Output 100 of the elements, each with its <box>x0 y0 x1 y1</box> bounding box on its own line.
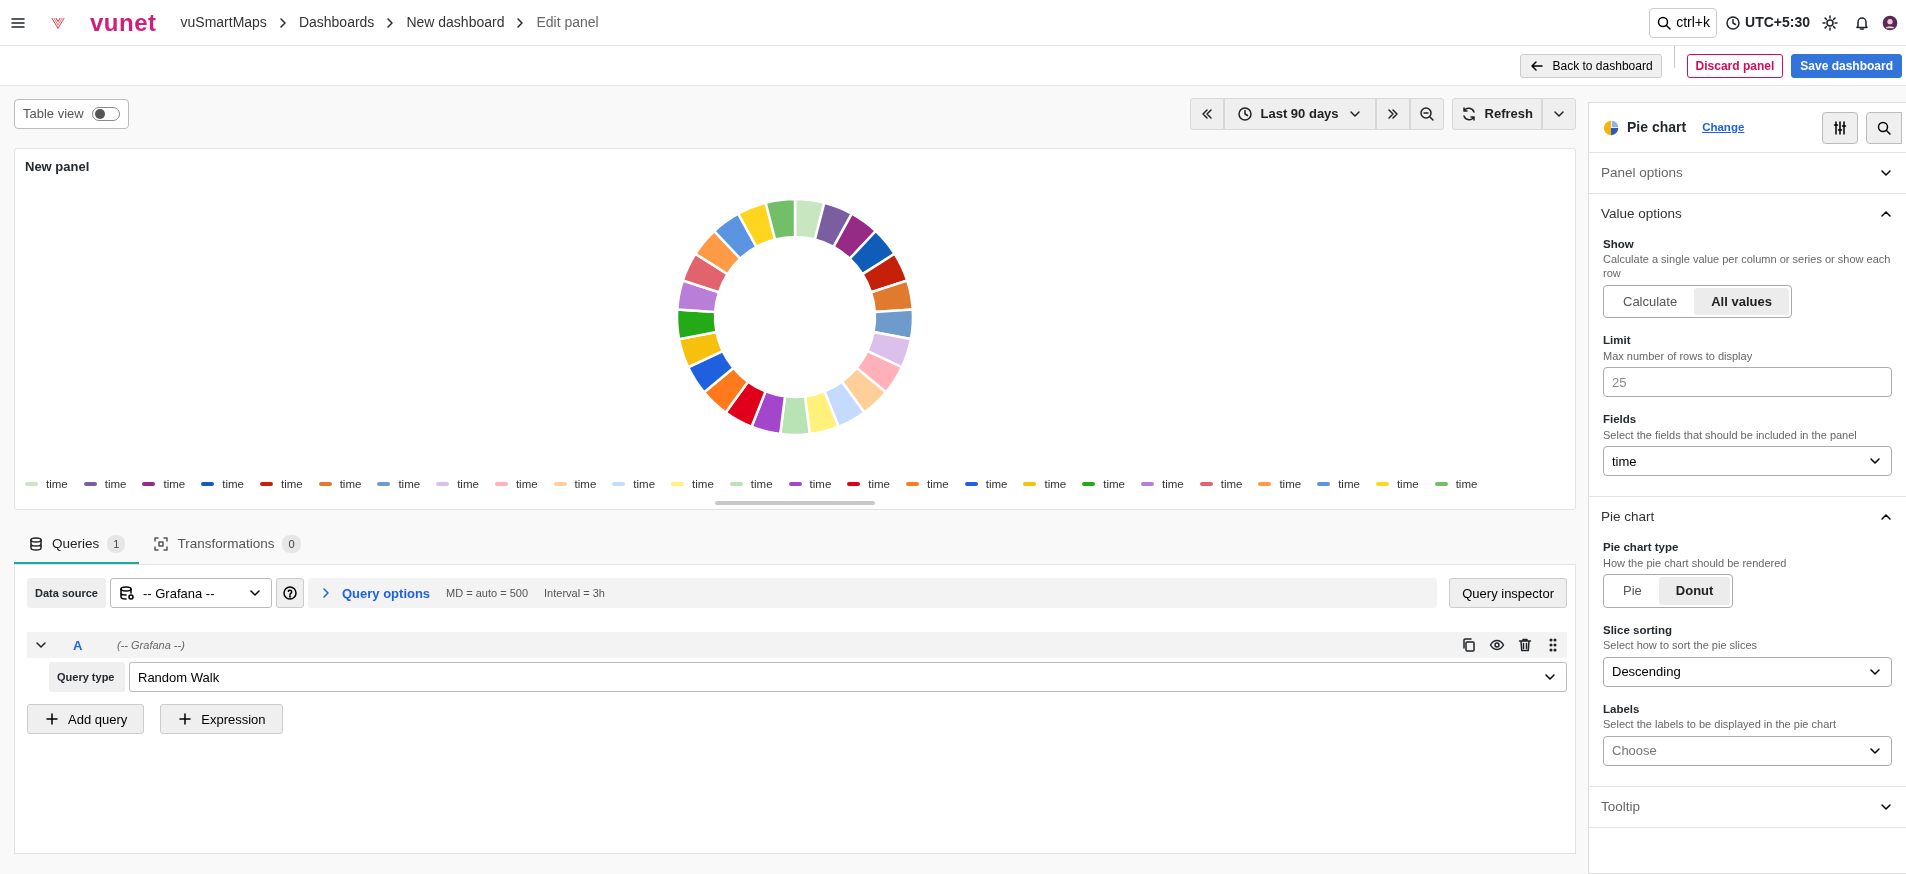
option-description: Select the labels to be displayed in the pie chart <box>1603 718 1837 732</box>
donut-slice <box>866 330 913 368</box>
field-label: Query type <box>49 662 125 693</box>
breadcrumb-link[interactable]: vuSmartMaps <box>180 12 267 33</box>
search-button[interactable] <box>1866 111 1902 144</box>
breadcrumb-link[interactable]: Dashboards <box>298 12 375 33</box>
legend-label[interactable]: time <box>692 475 714 493</box>
option-description: Calculate a single value per column or series or show each row <box>1603 253 1892 281</box>
change-link[interactable]: Change <box>1702 118 1745 137</box>
trash-icon <box>1517 637 1533 654</box>
option-label: Labels <box>1603 701 1641 717</box>
data-source-select[interactable]: -- Grafana -- <box>110 578 272 609</box>
query-ref[interactable]: A <box>73 635 109 655</box>
help-icon <box>282 585 298 602</box>
legend-label[interactable]: time <box>398 475 421 493</box>
section-header[interactable]: Panel options <box>1589 153 1906 193</box>
search-icon <box>1876 119 1892 136</box>
sun-icon <box>1822 14 1838 31</box>
back-button[interactable]: Back to dashboard <box>1519 53 1662 78</box>
refresh-button[interactable]: Refresh <box>1451 98 1542 130</box>
option-description: Max number of rows to display <box>1603 349 1754 364</box>
section-header[interactable]: Tooltip <box>1589 786 1906 827</box>
panel-title: New panel <box>25 158 90 176</box>
scrollbar[interactable] <box>715 501 875 505</box>
donut-slice <box>681 252 729 294</box>
donut-slice <box>848 229 896 275</box>
query-inspector-button[interactable]: Query inspector <box>1449 578 1567 609</box>
legend-label[interactable]: time <box>1044 475 1067 493</box>
duplicate-button[interactable] <box>1461 637 1477 654</box>
radio-option[interactable]: All values <box>1694 287 1789 316</box>
tab[interactable]: Transformations 0 <box>139 526 315 565</box>
legend-label[interactable]: time <box>985 475 1008 493</box>
option-label: Pie chart type <box>1603 540 1680 556</box>
plus-icon <box>177 711 194 728</box>
legend-label[interactable]: time <box>1396 475 1419 493</box>
options-button[interactable] <box>1822 111 1858 144</box>
legend-label[interactable]: time <box>1103 475 1125 493</box>
legend-label[interactable]: time <box>104 475 127 493</box>
timezone-button[interactable]: UTC+5:30 <box>1725 12 1810 33</box>
delete-button[interactable] <box>1517 637 1533 654</box>
query-type-select[interactable]: Random Walk <box>129 662 1567 693</box>
radio-option[interactable]: Donut <box>1658 577 1731 605</box>
legend-label[interactable]: time <box>633 475 656 493</box>
donut-slice <box>687 349 735 393</box>
section-header[interactable]: Value options <box>1589 194 1906 234</box>
legend-label[interactable]: time <box>1220 475 1243 493</box>
time-range-picker[interactable]: Last 90 days <box>1223 98 1376 130</box>
field-label: Data source <box>27 578 106 609</box>
radio-option[interactable]: Calculate <box>1606 287 1695 316</box>
add-query-button[interactable]: Add query <box>27 704 145 735</box>
previous-range-button[interactable] <box>1189 98 1224 130</box>
refresh-interval-button[interactable] <box>1542 98 1576 130</box>
save-button[interactable]: Save dashboard <box>1791 53 1902 78</box>
table-view-toggle[interactable]: Table view <box>14 99 129 129</box>
visualization-name: Pie chart <box>1627 118 1687 137</box>
number-field[interactable]: 25 <box>1603 367 1892 398</box>
avatar-icon <box>1882 14 1898 31</box>
option-description: Select how to sort the pie slices <box>1603 639 1759 653</box>
section-header[interactable]: Pie chart <box>1589 497 1906 538</box>
legend-label[interactable]: time <box>927 475 949 493</box>
legend-label[interactable]: time <box>515 475 538 493</box>
legend-label[interactable]: time <box>1455 475 1478 493</box>
help-button[interactable] <box>276 578 304 609</box>
refresh-icon <box>1460 106 1477 122</box>
zoom-out-button[interactable] <box>1409 98 1444 130</box>
legend-label[interactable]: time <box>163 475 186 493</box>
brand-name: vunet <box>90 7 157 38</box>
legend-label[interactable]: time <box>1161 475 1184 493</box>
clock-icon <box>1236 106 1253 122</box>
sliders-icon <box>1832 119 1848 136</box>
query-options-toggle[interactable]: Query options <box>318 583 431 603</box>
legend-label[interactable]: time <box>750 475 773 493</box>
option-description: How the pie chart should be rendered <box>1603 556 1788 571</box>
database-icon <box>28 536 44 553</box>
search-button[interactable]: ctrl+k <box>1649 7 1718 38</box>
breadcrumb-link[interactable]: New dashboard <box>406 12 505 33</box>
discard-button[interactable]: Discard panel <box>1686 53 1784 78</box>
legend-label[interactable]: time <box>1338 475 1360 493</box>
radio-option[interactable]: Pie <box>1606 577 1659 605</box>
donut-slice <box>803 389 840 435</box>
legend-label[interactable]: time <box>574 475 597 493</box>
count-badge: 0 <box>282 534 301 554</box>
legend-label[interactable]: time <box>222 475 244 493</box>
clock-icon <box>1725 14 1742 31</box>
legend-label[interactable]: time <box>809 475 832 493</box>
query-info: MD = auto = 500 <box>446 586 529 601</box>
select-field[interactable]: Choose <box>1603 735 1892 766</box>
legend-label[interactable]: time <box>868 475 890 493</box>
select-field[interactable]: Descending <box>1603 656 1892 687</box>
legend-label[interactable]: time <box>280 475 303 493</box>
legend-label[interactable]: time <box>1279 475 1302 493</box>
select-field[interactable]: time <box>1603 446 1892 477</box>
switch[interactable] <box>91 107 120 121</box>
legend-label[interactable]: time <box>457 475 479 493</box>
expression-button[interactable]: Expression <box>160 704 283 735</box>
legend-label[interactable]: time <box>46 475 68 493</box>
donut-slice <box>823 379 866 428</box>
legend-label[interactable]: time <box>339 475 362 493</box>
donut-slice <box>855 349 903 393</box>
transform-icon <box>153 536 170 553</box>
